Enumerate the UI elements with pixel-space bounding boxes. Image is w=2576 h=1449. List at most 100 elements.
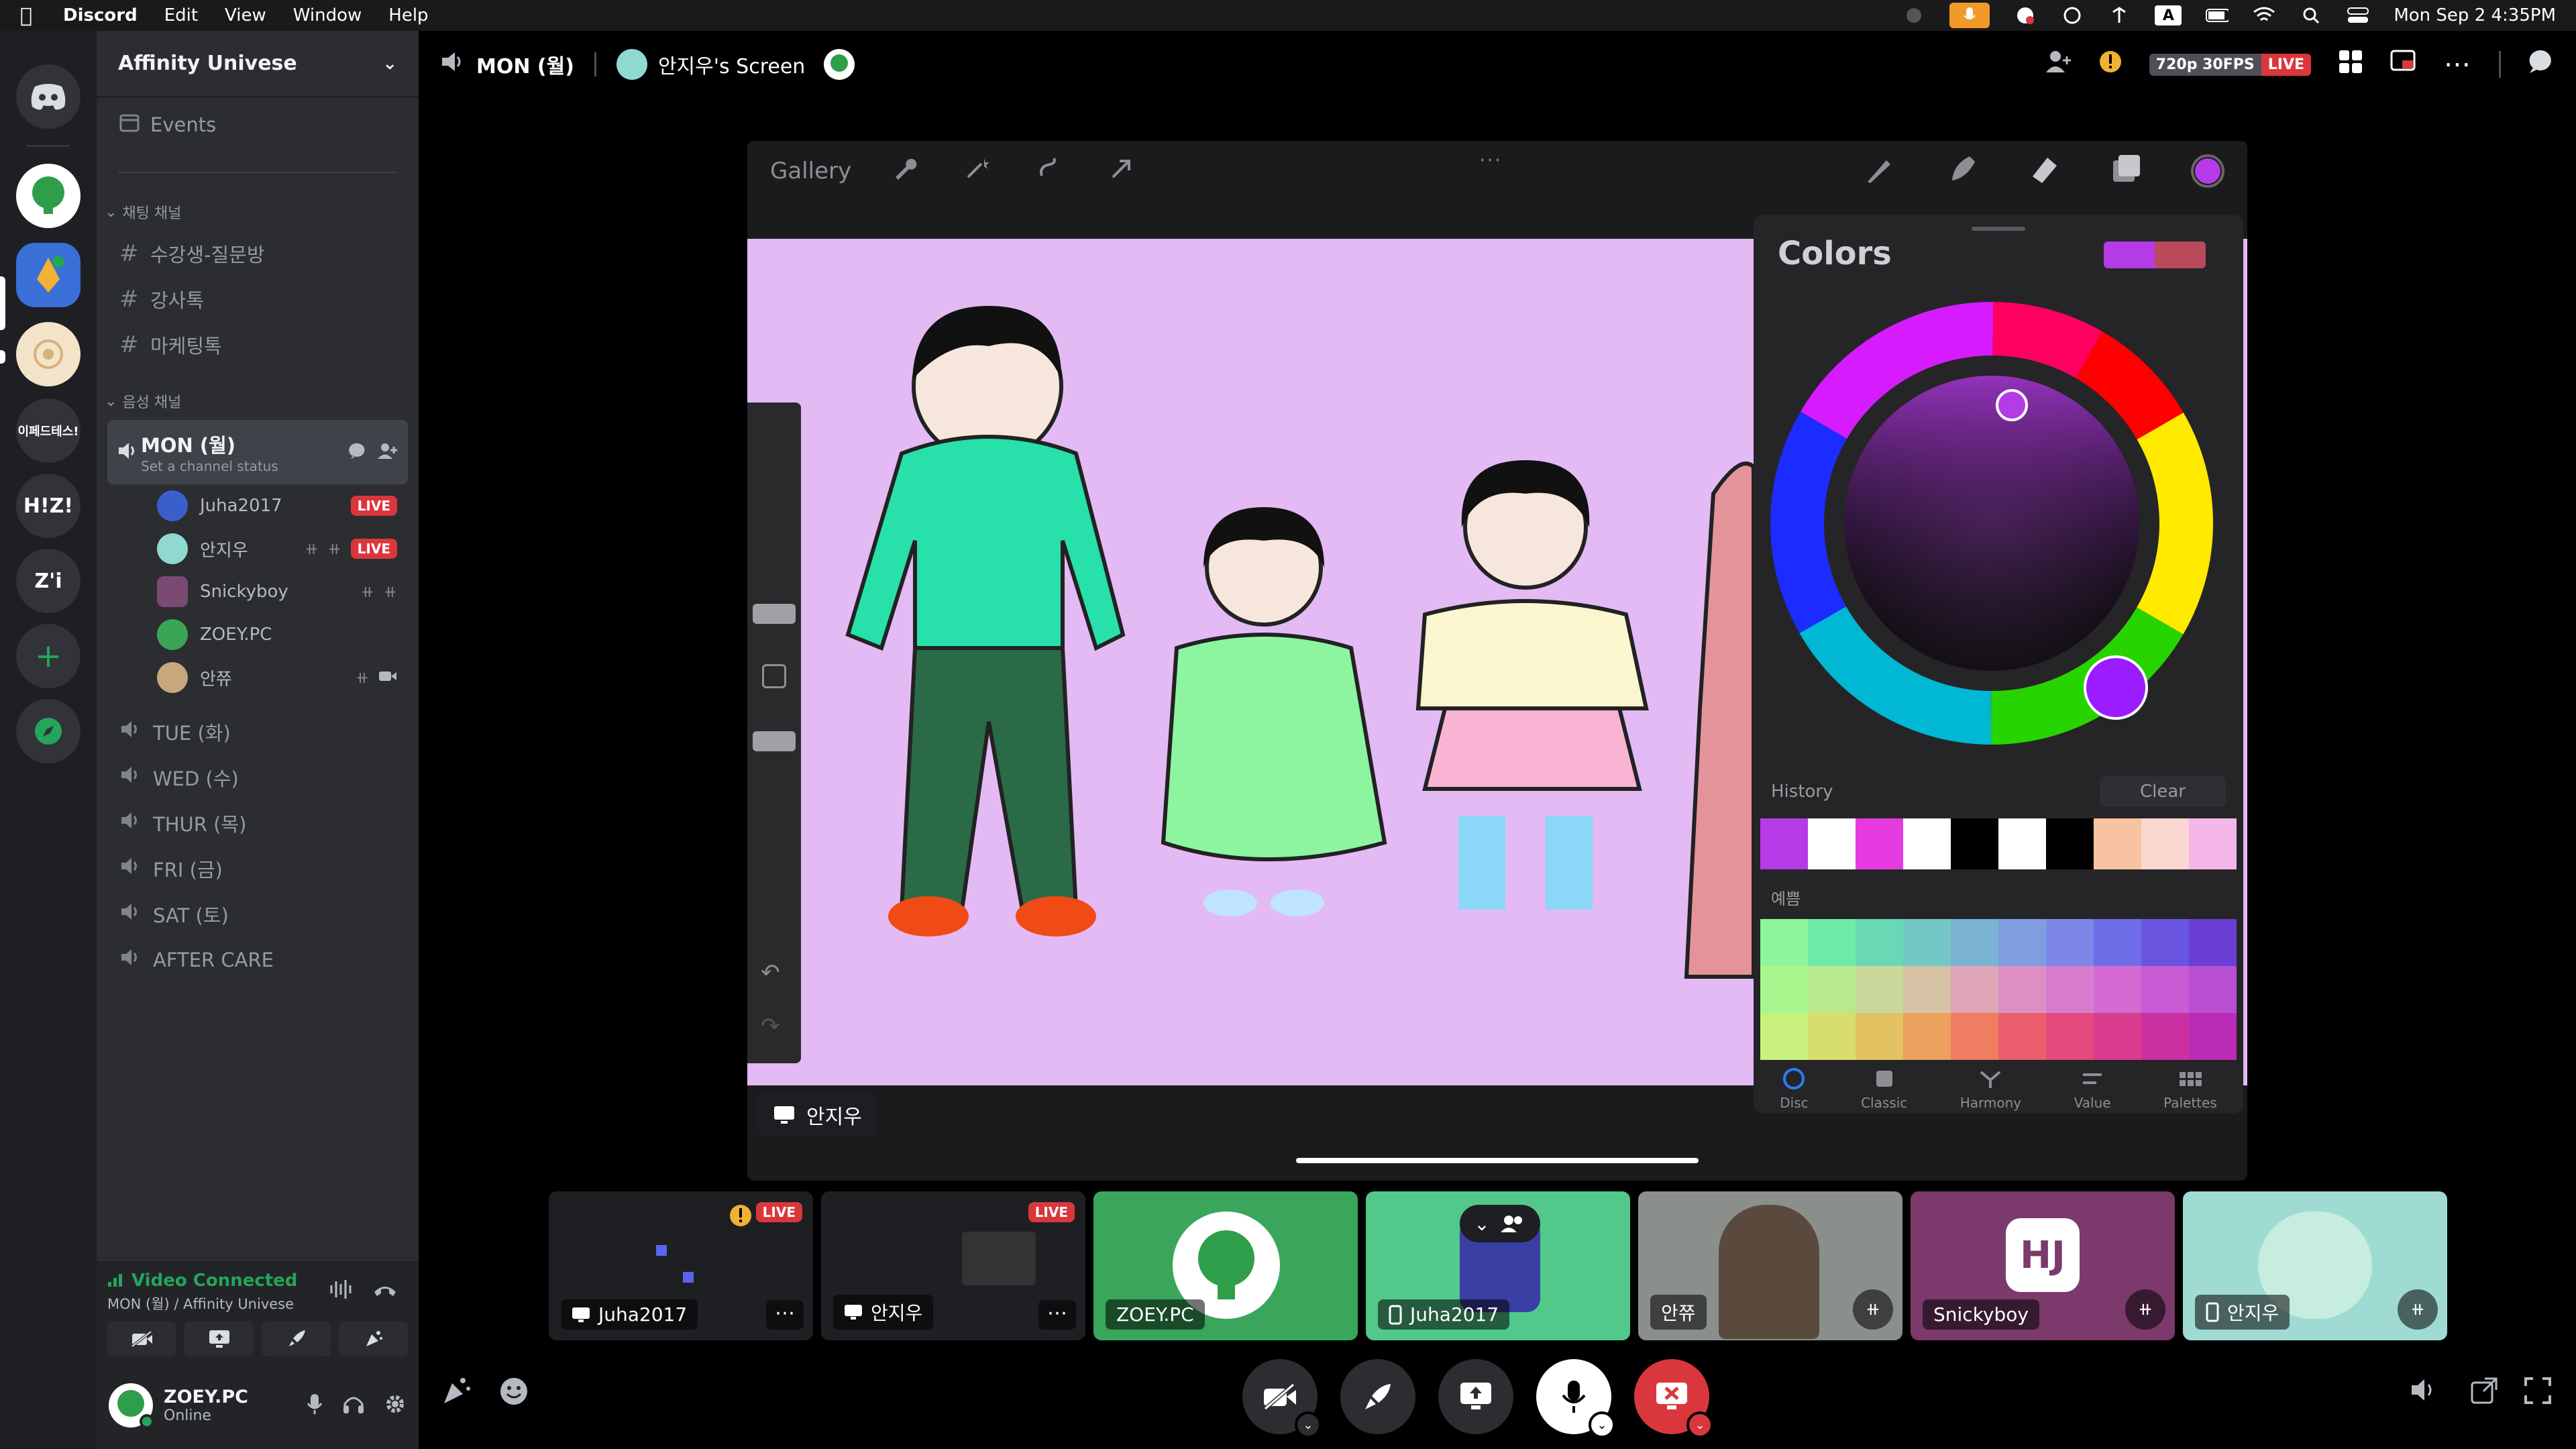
voice-channel-tue[interactable]: TUE (화) [97, 710, 419, 754]
palette-swatch[interactable] [2189, 966, 2237, 1013]
voice-channel-thur[interactable]: THUR (목) [97, 801, 419, 845]
events-link[interactable]: Events [97, 105, 419, 145]
menu-app-name[interactable]: Discord [63, 5, 138, 25]
chevron-down-icon[interactable]: ⌄ [1295, 1411, 1322, 1438]
soundboard-icon[interactable] [440, 1375, 472, 1410]
server-header[interactable]: Affinity Univese ⌄ [97, 31, 419, 98]
history-swatch[interactable] [2189, 818, 2237, 869]
add-server-button[interactable]: + [16, 624, 80, 688]
warning-icon[interactable] [2098, 50, 2123, 79]
voice-user-snickyboy[interactable]: Snickyboy ⧺ ⧺ [97, 573, 419, 610]
brush-size-slider[interactable]: ↶ ↷ [747, 402, 801, 1063]
share-screen-button[interactable] [184, 1322, 254, 1356]
palette-swatch[interactable] [1998, 1013, 2046, 1060]
palette-swatch[interactable] [2141, 1013, 2189, 1060]
pop-out-icon[interactable] [2470, 1377, 2498, 1407]
category-text-channels[interactable]: ⌄ 채팅 채널 [97, 199, 419, 225]
more-dots-icon[interactable]: ⋯ [1479, 146, 1501, 173]
participant-tile-anjiwoo-camera[interactable]: 안지우 ⧺ [2183, 1191, 2447, 1340]
palette-swatch[interactable] [2189, 919, 2237, 966]
transform-arrow-icon[interactable] [1109, 156, 1134, 187]
palette-swatch[interactable] [1903, 1013, 1951, 1060]
participant-tile-anjju[interactable]: 안쮸 ⧺ [1638, 1191, 1902, 1340]
palette-swatch[interactable] [2141, 966, 2189, 1013]
user-avatar[interactable] [109, 1383, 154, 1429]
server-pen[interactable] [16, 243, 80, 307]
record-dot-icon[interactable] [1902, 5, 1925, 25]
palette-swatch[interactable] [2094, 919, 2141, 966]
participant-tile-juha2017-stream[interactable]: LIVE Juha2017 ⋯ [549, 1191, 813, 1340]
voice-channel-wed[interactable]: WED (수) [97, 755, 419, 800]
eraser-icon[interactable] [2027, 151, 2062, 192]
modify-button[interactable] [762, 664, 786, 688]
microphone-icon[interactable] [306, 1393, 323, 1418]
server-zi[interactable]: Z'i [16, 549, 80, 613]
history-swatch[interactable] [1951, 818, 1998, 869]
headphones-icon[interactable] [342, 1393, 365, 1417]
camera-toggle-button[interactable]: ⌄ [1242, 1359, 1322, 1438]
palette-swatch[interactable] [1760, 919, 1808, 966]
voice-user-zoeypc[interactable]: ZOEY.PC [97, 616, 419, 653]
brush-icon[interactable] [1864, 151, 1898, 192]
chevron-down-icon[interactable]: ⌄ [1686, 1411, 1713, 1438]
palette-grid[interactable] [1760, 919, 2237, 1060]
wrench-icon[interactable] [892, 156, 917, 187]
fullscreen-icon[interactable] [2524, 1377, 2552, 1407]
signal-icon[interactable] [107, 1271, 126, 1290]
palette-swatch[interactable] [2189, 1013, 2237, 1060]
menu-edit[interactable]: Edit [164, 5, 198, 25]
pop-out-stream-icon[interactable] [2390, 50, 2417, 79]
stop-stream-button[interactable]: ⌄ [1634, 1359, 1713, 1438]
voice-user-anjiwoo[interactable]: 안지우 ⧺ ⧺ LIVE [97, 530, 419, 568]
channel-item-instructor-talk[interactable]: # 강사톡 [97, 278, 419, 321]
palette-swatch[interactable] [2141, 919, 2189, 966]
history-swatch[interactable] [1903, 818, 1951, 869]
noise-suppression-icon[interactable] [327, 1276, 354, 1305]
channel-item-marketing-talk[interactable]: # 마케팅톡 [97, 323, 419, 366]
vpn-icon[interactable] [2061, 5, 2084, 25]
palette-swatch[interactable] [1808, 966, 1856, 1013]
server-hiz[interactable]: H!Z! [16, 474, 80, 538]
participant-tile-zoeypc[interactable]: ZOEY.PC [1093, 1191, 1358, 1340]
server-circle[interactable] [16, 322, 80, 386]
server-epedeteseu[interactable]: 이페드테스! [16, 398, 80, 463]
history-swatch[interactable] [1998, 818, 2046, 869]
wifi-icon[interactable] [2253, 5, 2275, 25]
palette-swatch[interactable] [1998, 966, 2046, 1013]
history-swatch[interactable] [2141, 818, 2189, 869]
palette-swatch[interactable] [1808, 1013, 1856, 1060]
chat-bubble-icon[interactable] [349, 441, 368, 463]
chevron-down-icon[interactable]: ⌄ [1474, 1213, 1489, 1235]
palette-swatch[interactable] [2094, 966, 2141, 1013]
voice-channel-after-care[interactable]: AFTER CARE [97, 938, 419, 982]
history-swatch[interactable] [2046, 818, 2094, 869]
screen-share-button[interactable] [1438, 1359, 1513, 1434]
control-center-icon[interactable] [2347, 5, 2369, 25]
participant-tile-snickyboy[interactable]: HJ Snickyboy ⧺ [1911, 1191, 2175, 1340]
menu-view[interactable]: View [225, 5, 266, 25]
layers-icon[interactable] [2109, 151, 2144, 192]
microphone-button[interactable]: ⌄ [1536, 1359, 1615, 1438]
history-swatch[interactable] [2094, 818, 2141, 869]
voice-channel-mon-active[interactable]: MON (월) Set a channel status [107, 420, 408, 484]
volume-icon[interactable] [2410, 1377, 2436, 1406]
apple-icon[interactable]:  [20, 4, 50, 28]
palette-swatch[interactable] [1951, 919, 1998, 966]
opacity-handle[interactable] [753, 731, 796, 751]
magic-wand-icon[interactable] [964, 156, 990, 187]
voice-user-juha2017[interactable]: Juha2017 LIVE [97, 487, 419, 525]
voice-user-anjju[interactable]: 안쮸 ⧺ [97, 659, 419, 696]
grid-layout-icon[interactable] [2338, 49, 2363, 80]
discord-tray-icon[interactable] [2014, 5, 2037, 25]
palette-swatch[interactable] [1951, 1013, 1998, 1060]
size-handle[interactable] [753, 604, 796, 624]
menu-window[interactable]: Window [293, 5, 362, 25]
soundboard-button[interactable] [339, 1322, 408, 1356]
palette-swatch[interactable] [1903, 919, 1951, 966]
selection-icon[interactable] [1036, 156, 1062, 187]
palette-swatch[interactable] [2094, 1013, 2141, 1060]
more-options-icon[interactable]: ⋯ [2444, 49, 2472, 80]
channel-status-prompt[interactable]: Set a channel status [141, 458, 278, 474]
voice-channel-sat[interactable]: SAT (토) [97, 892, 419, 936]
palette-swatch[interactable] [1856, 966, 1903, 1013]
